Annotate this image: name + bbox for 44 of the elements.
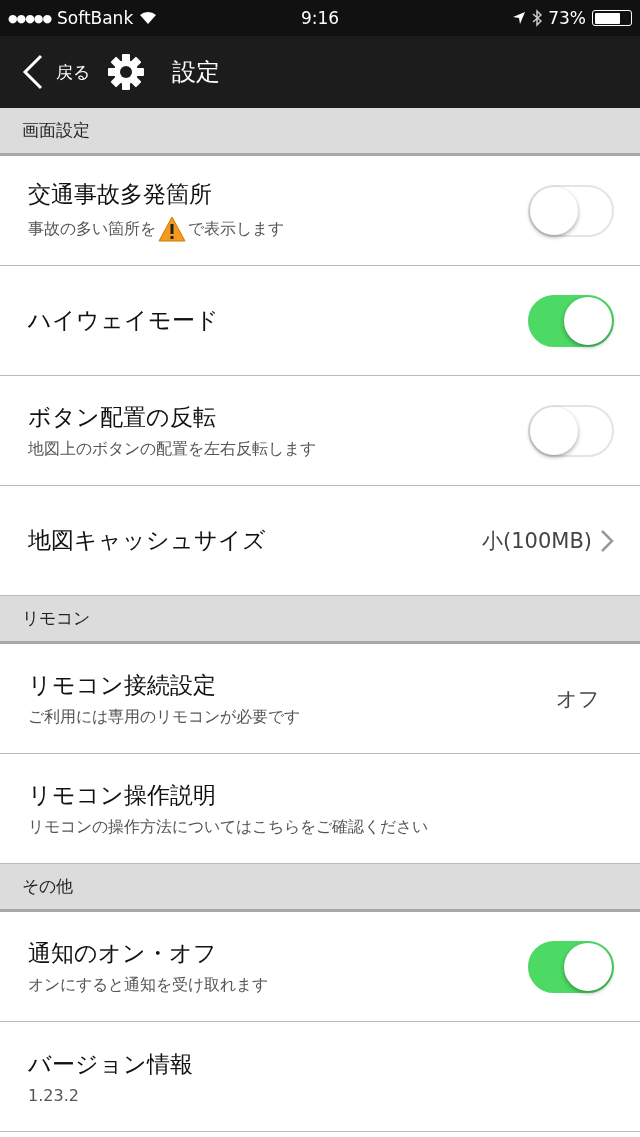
setting-title: 地図キャッシュサイズ	[28, 526, 267, 555]
settings-row[interactable]: ボタン配置の反転 地図上のボタンの配置を左右反転します	[0, 376, 640, 486]
warning-icon	[158, 216, 186, 242]
battery-percent: 73%	[548, 8, 586, 28]
setting-title: バージョン情報	[28, 1049, 194, 1079]
setting-description: リモコンの操作方法についてはこちらをご確認ください	[28, 816, 429, 838]
settings-row[interactable]: バージョン情報 1.23.2	[0, 1022, 640, 1132]
battery-icon	[592, 10, 632, 26]
clock: 9:16	[300, 8, 340, 28]
setting-value: 小(100MB)	[482, 527, 592, 555]
setting-title: リモコン接続設定	[28, 670, 217, 700]
setting-title: ボタン配置の反転	[28, 402, 217, 432]
setting-title: リモコン操作説明	[28, 780, 217, 810]
signal-dots: ●●●●●	[8, 11, 51, 25]
toggle-switch[interactable]	[528, 404, 614, 457]
setting-description: 1.23.2	[28, 1085, 80, 1105]
wifi-icon	[139, 11, 158, 25]
setting-title: 交通事故多発箇所	[28, 180, 213, 209]
gear-icon	[106, 52, 146, 92]
setting-title: ハイウェイモード	[28, 306, 220, 335]
bluetooth-icon	[532, 9, 543, 27]
screen-title: 設定	[172, 57, 220, 88]
back-button[interactable]: 戻る	[22, 54, 90, 90]
setting-description: 地図上のボタンの配置を左右反転します	[28, 438, 317, 460]
settings-row[interactable]: 通知のオン・オフ オンにすると通知を受け取れます	[0, 912, 640, 1022]
carrier: SoftBank	[57, 8, 134, 28]
chevron-icon	[600, 528, 614, 553]
toggle-switch[interactable]	[528, 940, 614, 993]
toggle-switch[interactable]	[528, 184, 614, 237]
location-arrow-icon	[512, 11, 527, 25]
settings-row[interactable]: 交通事故多発箇所 事故の多い箇所を で表示します	[0, 156, 640, 266]
setting-value: オフ	[556, 685, 600, 713]
setting-title: 通知のオン・オフ	[28, 938, 218, 968]
setting-description: 事故の多い箇所を	[28, 218, 156, 240]
settings-row[interactable]: リモコン接続設定 ご利用には専用のリモコンが必要です オフ	[0, 644, 640, 754]
section-header: リモコン	[0, 596, 640, 644]
toggle-switch[interactable]	[528, 294, 614, 347]
settings-row[interactable]: ハイウェイモード	[0, 266, 640, 376]
back-chevron-icon	[22, 54, 44, 90]
setting-description: で表示します	[188, 218, 284, 240]
section-header: 画面設定	[0, 108, 640, 156]
section-header: その他	[0, 864, 640, 912]
setting-description: オンにすると通知を受け取れます	[28, 974, 269, 996]
setting-description: ご利用には専用のリモコンが必要です	[28, 706, 301, 728]
